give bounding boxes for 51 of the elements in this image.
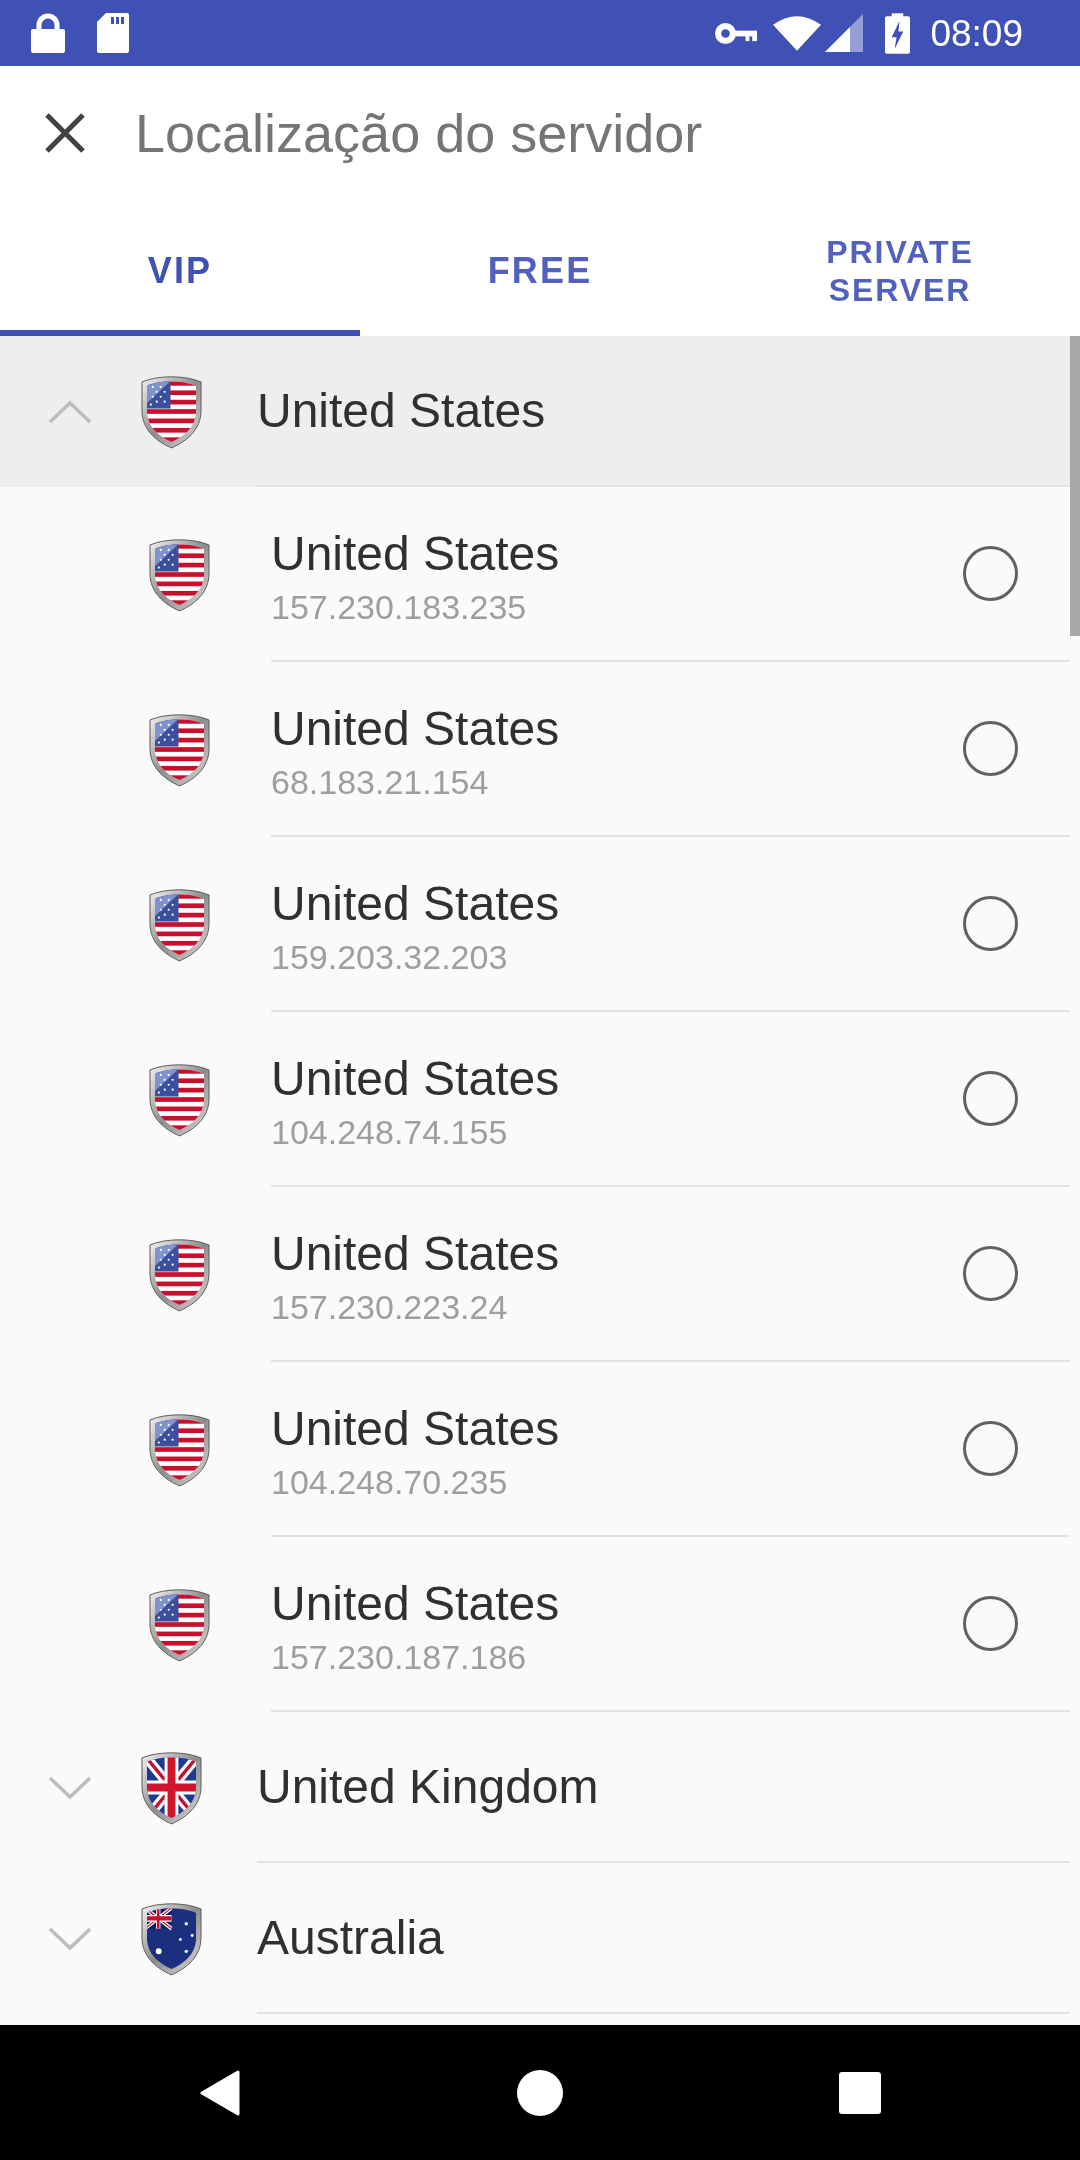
- us-flag-shield-icon: [149, 1237, 210, 1312]
- status-time: 08:09: [930, 14, 1023, 52]
- country-name: United States: [257, 382, 546, 439]
- radio-button[interactable]: [963, 896, 1018, 951]
- australia-flag-shield-icon: [141, 1901, 202, 1976]
- back-icon[interactable]: [200, 2069, 240, 2116]
- server-ip: 157.230.223.24: [271, 1287, 509, 1326]
- country-name: Australia: [257, 1909, 444, 1966]
- home-icon[interactable]: [517, 2069, 563, 2116]
- tab[interactable]: PRIVATE SERVER: [720, 200, 1080, 336]
- us-flag-shield-icon: [149, 887, 210, 962]
- lock-icon: [31, 13, 65, 53]
- us-flag-shield-icon: [149, 537, 210, 612]
- country-name: United Kingdom: [257, 1758, 599, 1815]
- chevron-down-icon: [48, 1926, 92, 1951]
- us-flag-shield-icon: [141, 374, 202, 449]
- server-ip: 157.230.187.186: [271, 1637, 528, 1676]
- wifi-icon: [773, 15, 822, 51]
- us-flag-shield-icon: [149, 712, 210, 787]
- server-name: United States: [271, 700, 561, 757]
- signal-icon: [825, 14, 864, 52]
- tab[interactable]: FREE: [360, 200, 720, 336]
- radio-button[interactable]: [963, 1246, 1018, 1301]
- us-flag-shield-icon: [149, 1587, 210, 1662]
- uk-flag-shield-icon: [141, 1750, 202, 1825]
- server-ip: 68.183.21.154: [271, 762, 490, 801]
- key-icon: [715, 21, 758, 45]
- server-name: United States: [271, 1400, 561, 1457]
- server-name: United States: [271, 1225, 561, 1282]
- radio-button[interactable]: [963, 546, 1018, 601]
- radio-button[interactable]: [963, 1071, 1018, 1126]
- sd-card-icon: [97, 13, 129, 53]
- battery-charging-icon: [885, 12, 911, 54]
- server-name: United States: [271, 875, 561, 932]
- server-name: United States: [271, 1050, 561, 1107]
- server-name: United States: [271, 525, 561, 582]
- server-ip: 159.203.32.203: [271, 937, 509, 976]
- server-ip: 157.230.183.235: [271, 587, 528, 626]
- radio-button[interactable]: [963, 721, 1018, 776]
- server-ip: 104.248.74.155: [271, 1112, 509, 1151]
- server-ip: 104.248.70.235: [271, 1462, 509, 1501]
- server-name: United States: [271, 1575, 561, 1632]
- chevron-down-icon: [48, 1775, 92, 1800]
- recents-icon[interactable]: [839, 2071, 881, 2114]
- us-flag-shield-icon: [149, 1062, 210, 1137]
- radio-button[interactable]: [963, 1596, 1018, 1651]
- us-flag-shield-icon: [149, 1412, 210, 1487]
- close-icon: [45, 113, 85, 153]
- country-group-header[interactable]: United States: [0, 336, 1070, 487]
- radio-button[interactable]: [963, 1421, 1018, 1476]
- chevron-up-icon: [48, 399, 92, 424]
